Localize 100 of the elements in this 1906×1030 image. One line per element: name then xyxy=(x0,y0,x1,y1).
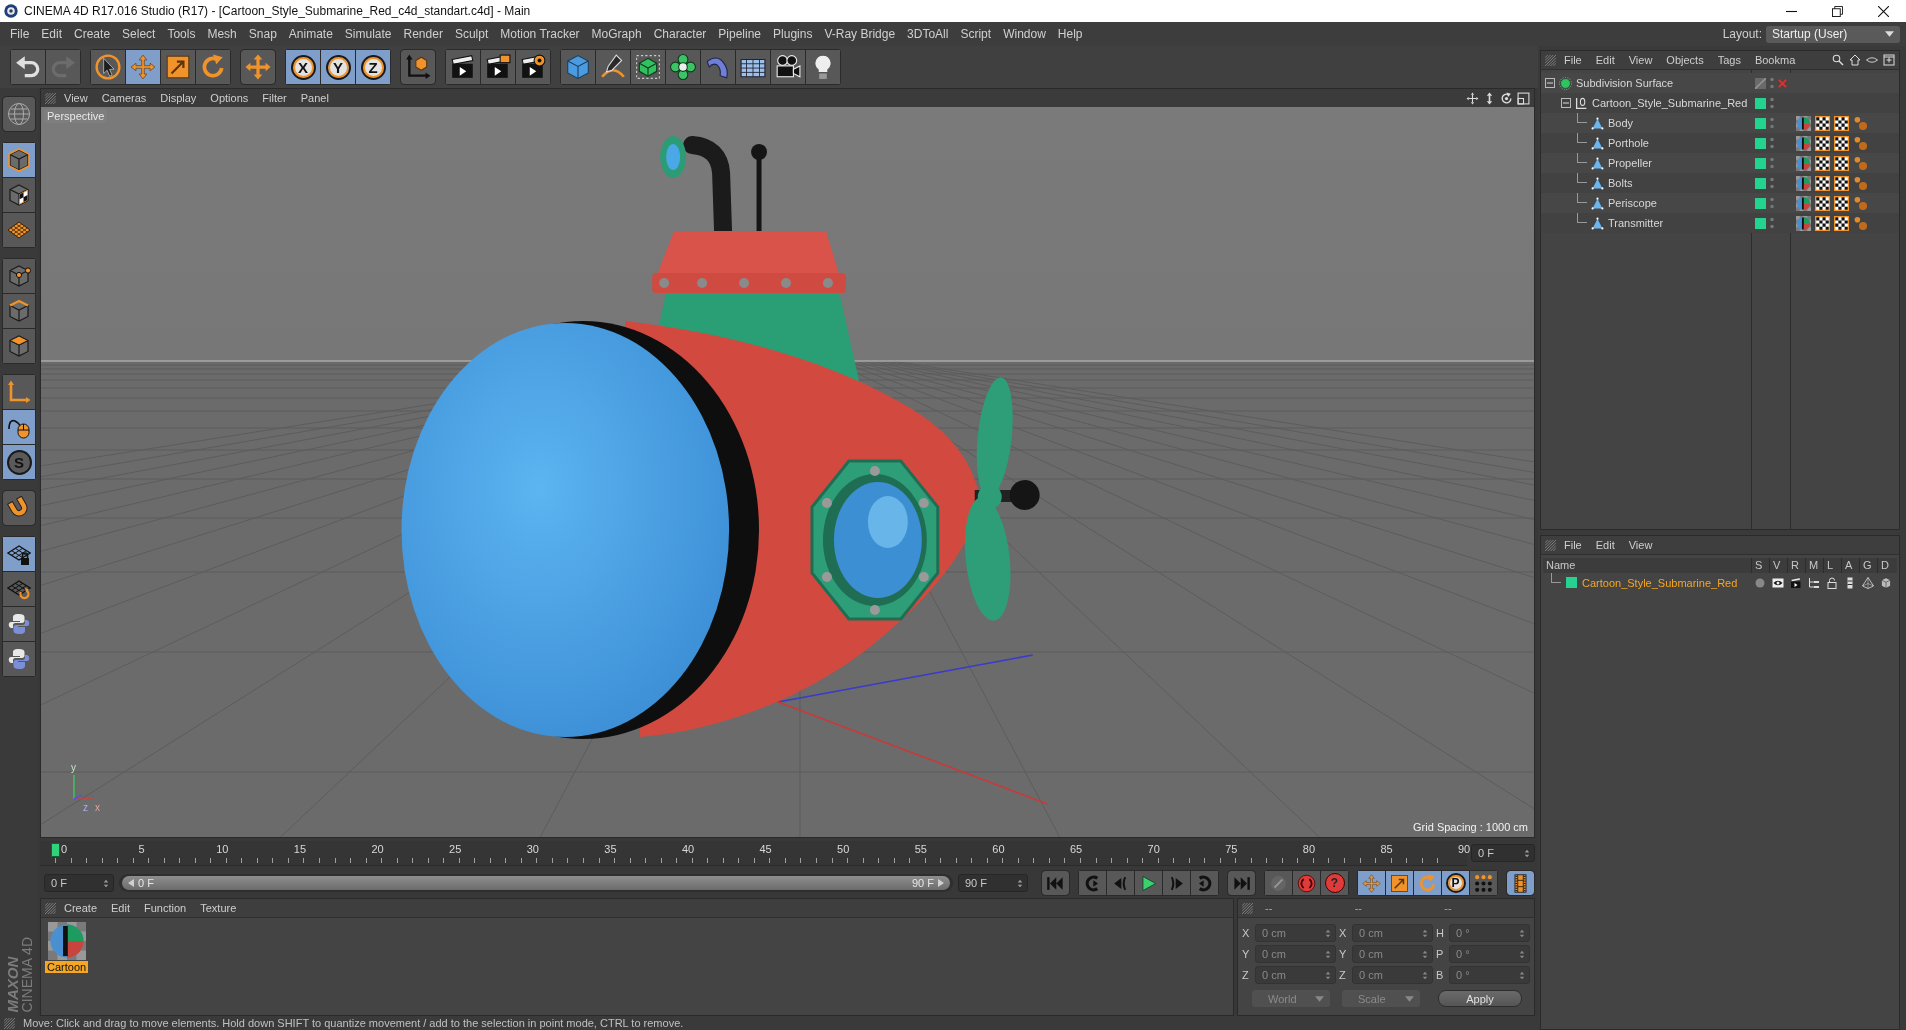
coordinate-system-button[interactable] xyxy=(401,50,435,84)
clapboard-icon[interactable] xyxy=(1790,576,1802,589)
spinner-icon[interactable] xyxy=(1325,970,1331,980)
panel-grip-icon[interactable] xyxy=(45,902,56,914)
scale-key-button[interactable] xyxy=(1386,871,1413,895)
checker-tag-icon[interactable] xyxy=(1834,155,1849,171)
go-to-end-button[interactable] xyxy=(1228,871,1255,895)
no-layer-icon[interactable] xyxy=(1755,77,1766,89)
spinner-icon[interactable] xyxy=(103,878,109,888)
cube-icon[interactable] xyxy=(1880,576,1892,589)
points-mode-button[interactable] xyxy=(3,259,35,293)
current-frame-field[interactable]: 0 F xyxy=(1471,844,1535,862)
viewport-menu-item[interactable]: Panel xyxy=(300,92,329,104)
checker-tag-icon[interactable] xyxy=(1815,175,1830,191)
next-frame-button[interactable] xyxy=(1163,871,1190,895)
spinner-icon[interactable] xyxy=(1519,949,1525,959)
menu-item[interactable]: Select xyxy=(116,27,162,41)
model-mode-button[interactable] xyxy=(3,143,35,177)
pyramid-icon[interactable] xyxy=(1862,576,1874,589)
column-header[interactable]: V xyxy=(1769,558,1787,573)
visibility-dots-icon[interactable] xyxy=(1770,77,1774,89)
menu-item[interactable]: Mesh xyxy=(201,27,243,41)
edges-mode-button[interactable] xyxy=(3,294,35,328)
material-tag-icon[interactable] xyxy=(1796,175,1811,191)
layer-color-icon[interactable] xyxy=(1755,177,1766,189)
hierarchy-icon[interactable] xyxy=(1808,576,1820,589)
viewport-canvas[interactable]: Perspective y z x Grid Spacing : 1000 cm xyxy=(41,107,1534,837)
checker-tag-icon[interactable] xyxy=(1815,215,1830,231)
spinner-icon[interactable] xyxy=(1325,928,1331,938)
spinner-icon[interactable] xyxy=(1524,848,1530,858)
checker-tag-icon[interactable] xyxy=(1834,215,1849,231)
menu-item[interactable]: Animate xyxy=(282,27,339,41)
light-button[interactable] xyxy=(806,50,840,84)
collapse-toggle-icon[interactable] xyxy=(1561,98,1571,108)
panel-grip-icon[interactable] xyxy=(1545,54,1556,66)
panel-menu-item[interactable]: File xyxy=(1564,539,1582,551)
column-header[interactable]: G xyxy=(1859,558,1877,573)
snap-button[interactable] xyxy=(3,491,35,525)
viewport-menu-item[interactable]: Cameras xyxy=(101,92,147,104)
menu-item[interactable]: MoGraph xyxy=(585,27,648,41)
lock-icon[interactable] xyxy=(1826,576,1838,589)
transform-tool-button[interactable] xyxy=(241,50,275,84)
subdivision-button[interactable] xyxy=(631,50,665,84)
menu-item[interactable]: Tools xyxy=(161,27,202,41)
point-level-button[interactable] xyxy=(1470,871,1497,895)
axis-lock-button[interactable]: X xyxy=(286,50,320,84)
end-frame-field[interactable]: 90 F xyxy=(958,874,1028,892)
autokey-button[interactable] xyxy=(1293,871,1320,895)
panel-grip-icon[interactable] xyxy=(1545,539,1556,551)
maximize-icon[interactable] xyxy=(1517,91,1530,105)
menu-item[interactable]: File xyxy=(4,27,36,41)
cube-button[interactable] xyxy=(561,50,595,84)
visibility-dots-icon[interactable] xyxy=(1770,117,1774,129)
checker-tag-icon[interactable] xyxy=(1815,115,1830,131)
eye-icon[interactable] xyxy=(1772,576,1784,589)
material-sphere-icon[interactable] xyxy=(47,922,86,960)
layer-color-icon[interactable] xyxy=(1755,137,1766,149)
panel-grip-icon[interactable] xyxy=(4,1017,15,1029)
panel-menu-item[interactable]: Edit xyxy=(1595,539,1615,551)
spinner-icon[interactable] xyxy=(1519,928,1525,938)
dots-tag-icon[interactable] xyxy=(1853,215,1868,231)
scale-tool-button[interactable] xyxy=(161,50,195,84)
python-button[interactable] xyxy=(3,642,35,676)
panel-menu-item[interactable]: Bookma xyxy=(1754,54,1796,66)
spinner-icon[interactable] xyxy=(1422,970,1428,980)
viewport-menu-item[interactable]: Display xyxy=(160,92,197,104)
dot-icon[interactable] xyxy=(1754,576,1766,589)
layer-name[interactable]: Cartoon_Style_Submarine_Red xyxy=(1582,576,1738,589)
go-to-start-button[interactable] xyxy=(1042,871,1069,895)
layer-color-icon[interactable] xyxy=(1755,97,1766,109)
panel-menu-item[interactable]: Objects xyxy=(1666,54,1704,66)
viewport-menu-item[interactable]: Options xyxy=(210,92,249,104)
viewport-menu-item[interactable]: View xyxy=(64,92,88,104)
panel-menu-item[interactable]: Tags xyxy=(1717,54,1741,66)
panel-grip-icon[interactable] xyxy=(1242,902,1253,914)
selection-tool-button[interactable] xyxy=(91,50,125,84)
help-button[interactable]: ? xyxy=(1321,871,1348,895)
previous-frame-button[interactable] xyxy=(1107,871,1134,895)
python-button[interactable] xyxy=(3,607,35,641)
workplane-mode-button[interactable] xyxy=(3,213,35,247)
panel-menu-item[interactable]: Texture xyxy=(200,902,237,914)
apply-button[interactable]: Apply xyxy=(1438,990,1522,1007)
menu-item[interactable]: Help xyxy=(1051,27,1089,41)
panel-menu-item[interactable]: Function xyxy=(144,902,187,914)
make-editable-button[interactable] xyxy=(3,97,35,131)
panel-menu-item[interactable]: File xyxy=(1564,54,1582,66)
polygons-mode-button[interactable] xyxy=(3,329,35,363)
checker-tag-icon[interactable] xyxy=(1834,115,1849,131)
collapse-toggle-icon[interactable] xyxy=(1545,78,1555,88)
previous-key-button[interactable] xyxy=(1079,871,1106,895)
dots-tag-icon[interactable] xyxy=(1853,135,1868,151)
material-tag-icon[interactable] xyxy=(1796,155,1811,171)
rotate-tool-button[interactable] xyxy=(196,50,230,84)
checker-tag-icon[interactable] xyxy=(1834,195,1849,211)
menu-item[interactable]: Simulate xyxy=(338,27,398,41)
menu-item[interactable]: Sculpt xyxy=(448,27,495,41)
play-button[interactable] xyxy=(1135,871,1162,895)
menu-item[interactable]: Create xyxy=(68,27,117,41)
material-tag-icon[interactable] xyxy=(1796,215,1811,231)
menu-item[interactable]: Pipeline xyxy=(712,27,768,41)
